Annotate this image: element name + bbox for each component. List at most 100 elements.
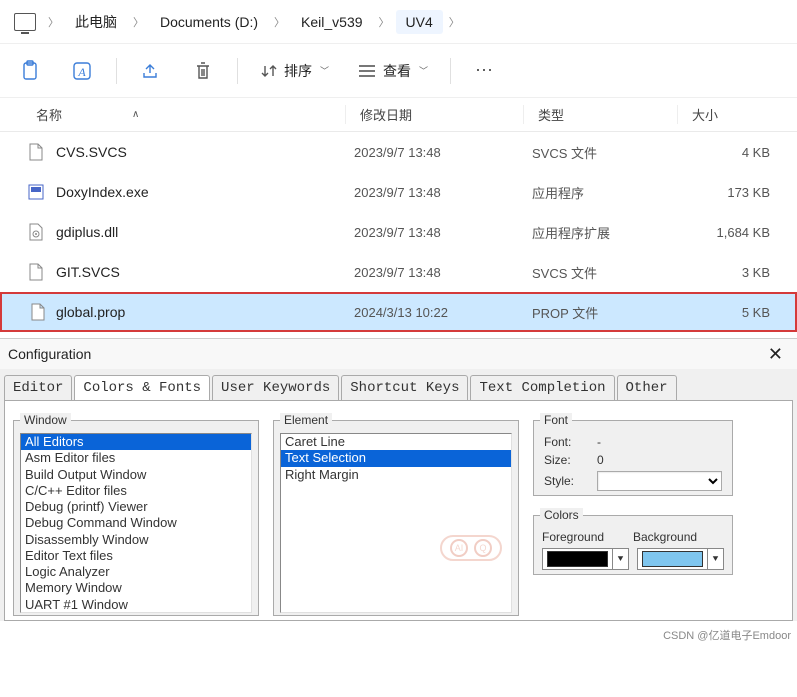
file-date: 2023/9/7 13:48 <box>354 225 532 240</box>
dialog-titlebar: Configuration ✕ <box>0 339 797 369</box>
window-listbox[interactable]: All EditorsAsm Editor filesBuild Output … <box>20 433 252 613</box>
file-row[interactable]: CVS.SVCS2023/9/7 13:48SVCS 文件4 KB <box>0 132 797 172</box>
file-type: 应用程序扩展 <box>532 223 686 242</box>
breadcrumb-item[interactable]: UV4 <box>396 10 443 34</box>
delete-button[interactable] <box>181 51 225 91</box>
font-group: Font Font: - Size: 0 Style: <box>533 413 733 496</box>
list-item[interactable]: Disassembly Window <box>21 532 251 548</box>
file-name: DoxyIndex.exe <box>56 184 354 200</box>
file-file-icon <box>26 262 46 282</box>
view-label: 查看 <box>383 61 411 81</box>
chevron-right-icon[interactable]: 〉 <box>46 14 61 30</box>
file-name: CVS.SVCS <box>56 144 354 160</box>
file-size: 3 KB <box>686 265 778 280</box>
chevron-right-icon[interactable]: 〉 <box>447 14 462 30</box>
size-value: 0 <box>597 453 604 467</box>
toolbar: A 排序 ﹀ 查看 ﹀ ⋯ <box>0 44 797 98</box>
tab-strip: EditorColors & FontsUser KeywordsShortcu… <box>0 369 797 400</box>
background-color-picker[interactable]: ⯆ <box>637 548 724 570</box>
style-select[interactable] <box>597 471 722 491</box>
file-size: 1,684 KB <box>686 225 778 240</box>
list-item[interactable]: Asm Editor files <box>21 450 251 466</box>
view-button[interactable]: 查看 ﹀ <box>347 55 438 87</box>
file-type: 应用程序 <box>532 183 686 202</box>
font-group-label: Font <box>540 413 572 427</box>
list-item[interactable]: C/C++ Editor files <box>21 483 251 499</box>
exe-file-icon <box>26 182 46 202</box>
tab-colors-fonts[interactable]: Colors & Fonts <box>74 375 210 400</box>
list-item[interactable]: Debug Command Window <box>21 515 251 531</box>
list-item[interactable]: Memory Window <box>21 580 251 596</box>
file-date: 2023/9/7 13:48 <box>354 265 532 280</box>
file-date: 2023/9/7 13:48 <box>354 145 532 160</box>
list-item[interactable]: Right Margin <box>281 467 511 483</box>
breadcrumb: 〉 此电脑 〉 Documents (D:) 〉 Keil_v539 〉 UV4… <box>0 0 797 44</box>
column-size[interactable]: 大小 <box>677 105 769 124</box>
tab-shortcut-keys[interactable]: Shortcut Keys <box>341 375 468 400</box>
element-group: Element Caret LineText SelectionRight Ma… <box>273 413 519 616</box>
foreground-label: Foreground <box>542 530 633 544</box>
breadcrumb-item[interactable]: 此电脑 <box>65 8 127 36</box>
file-row[interactable]: gdiplus.dll2023/9/7 13:48应用程序扩展1,684 KB <box>0 212 797 252</box>
tab-user-keywords[interactable]: User Keywords <box>212 375 339 400</box>
tab-content: Window All EditorsAsm Editor filesBuild … <box>4 400 793 621</box>
breadcrumb-item[interactable]: Documents (D:) <box>150 10 268 34</box>
separator <box>116 58 117 84</box>
file-date: 2024/3/13 10:22 <box>354 305 532 320</box>
color-swatch <box>642 551 703 567</box>
close-icon[interactable]: ✕ <box>762 342 789 367</box>
color-swatch <box>547 551 608 567</box>
column-name[interactable]: 名称 ∧ <box>0 105 345 124</box>
clipboard-button[interactable] <box>8 51 52 91</box>
list-item[interactable]: Editor Text files <box>21 548 251 564</box>
list-item[interactable]: Build Output Window <box>21 467 251 483</box>
list-item[interactable]: All Editors <box>21 434 251 450</box>
tab-text-completion[interactable]: Text Completion <box>470 375 614 400</box>
dll-file-icon <box>26 222 46 242</box>
breadcrumb-item[interactable]: Keil_v539 <box>291 10 373 34</box>
pc-icon <box>14 13 36 31</box>
style-label: Style: <box>544 474 589 488</box>
more-button[interactable]: ⋯ <box>463 54 507 87</box>
text-style-button[interactable]: A <box>60 51 104 91</box>
file-row[interactable]: GIT.SVCS2023/9/7 13:48SVCS 文件3 KB <box>0 252 797 292</box>
chevron-down-icon: ﹀ <box>419 64 428 77</box>
element-listbox[interactable]: Caret LineText SelectionRight Margin <box>280 433 512 613</box>
file-type: PROP 文件 <box>532 303 686 322</box>
file-type: SVCS 文件 <box>532 143 686 162</box>
list-item[interactable]: Logic Analyzer <box>21 564 251 580</box>
file-list: CVS.SVCS2023/9/7 13:48SVCS 文件4 KBDoxyInd… <box>0 132 797 332</box>
column-type[interactable]: 类型 <box>523 105 677 124</box>
list-item[interactable]: Caret Line <box>281 434 511 450</box>
list-item[interactable]: UART #1 Window <box>21 597 251 613</box>
foreground-color-picker[interactable]: ⯆ <box>542 548 629 570</box>
file-row[interactable]: DoxyIndex.exe2023/9/7 13:48应用程序173 KB <box>0 172 797 212</box>
window-group: Window All EditorsAsm Editor filesBuild … <box>13 413 259 616</box>
watermark: CSDN @亿道电子Emdoor <box>0 625 797 645</box>
tab-editor[interactable]: Editor <box>4 375 72 400</box>
window-group-label: Window <box>20 413 71 427</box>
sort-asc-icon: ∧ <box>132 109 139 120</box>
file-type: SVCS 文件 <box>532 263 686 282</box>
file-row[interactable]: global.prop2024/3/13 10:22PROP 文件5 KB <box>0 292 797 332</box>
tab-other[interactable]: Other <box>617 375 677 400</box>
list-item[interactable]: Text Selection <box>281 450 511 466</box>
colors-group: Colors Foreground Background ⯆ ⯆ <box>533 508 733 575</box>
separator <box>450 58 451 84</box>
background-label: Background <box>633 530 724 544</box>
file-size: 173 KB <box>686 185 778 200</box>
list-item[interactable]: Debug (printf) Viewer <box>21 499 251 515</box>
share-button[interactable] <box>129 51 173 91</box>
file-file-icon <box>26 142 46 162</box>
chevron-right-icon[interactable]: 〉 <box>131 14 146 30</box>
file-name: global.prop <box>56 304 354 320</box>
font-label: Font: <box>544 435 589 449</box>
colors-group-label: Colors <box>540 508 583 522</box>
file-date: 2023/9/7 13:48 <box>354 185 532 200</box>
chevron-down-icon: ⯆ <box>707 548 723 570</box>
sort-button[interactable]: 排序 ﹀ <box>250 55 339 87</box>
column-date[interactable]: 修改日期 <box>345 105 523 124</box>
font-value: - <box>597 435 601 449</box>
chevron-right-icon[interactable]: 〉 <box>377 14 392 30</box>
chevron-right-icon[interactable]: 〉 <box>272 14 287 30</box>
